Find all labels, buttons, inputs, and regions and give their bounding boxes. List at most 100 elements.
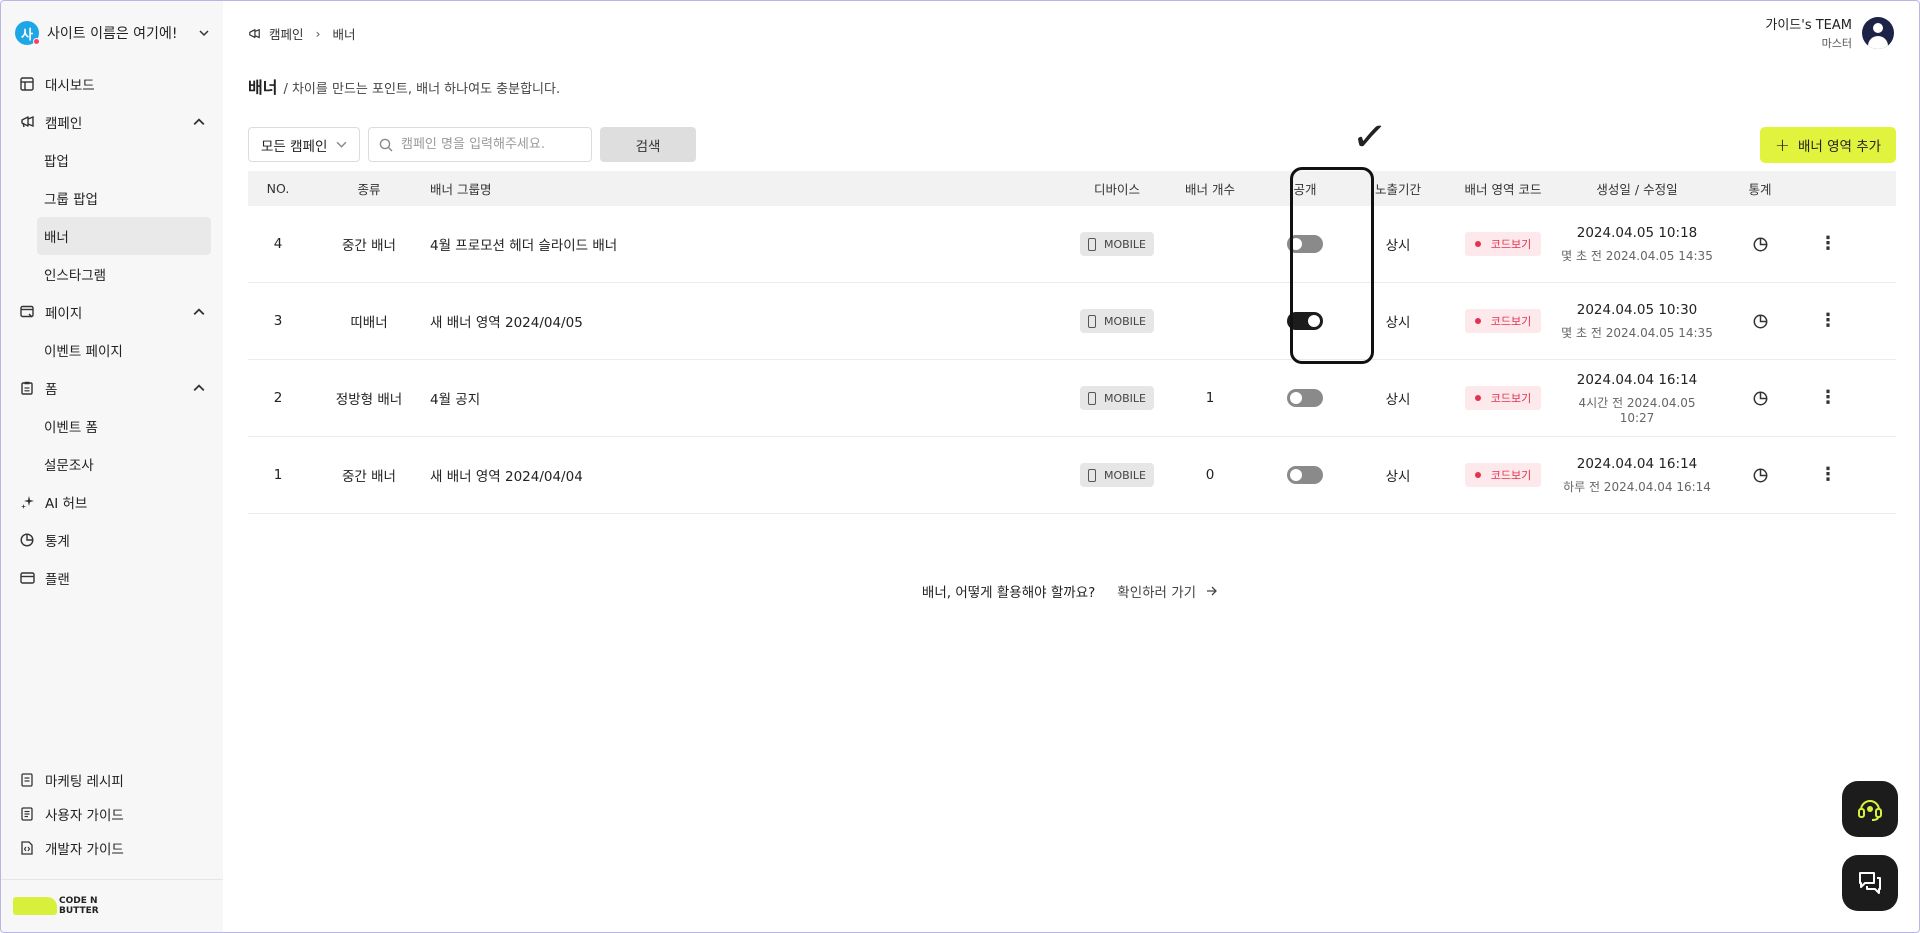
created-date: 2024.04.04 16:14 xyxy=(1576,455,1698,472)
view-code-button[interactable]: 코드보기 xyxy=(1464,386,1542,410)
chat-button[interactable] xyxy=(1842,855,1898,911)
sidebar-item-stats[interactable]: 통계 xyxy=(1,521,223,559)
campaign-select[interactable]: 모든 캠페인 xyxy=(248,127,360,162)
support-button[interactable] xyxy=(1842,781,1898,837)
sidebar-item-developer-guide[interactable]: 개발자 가이드 xyxy=(1,831,223,865)
device-label: MOBILE xyxy=(1103,237,1147,251)
public-toggle[interactable] xyxy=(1287,312,1323,330)
public-toggle[interactable] xyxy=(1287,466,1323,484)
breadcrumb-campaign[interactable]: 캠페인 xyxy=(269,24,304,43)
public-toggle[interactable] xyxy=(1287,389,1323,407)
help-link[interactable]: 확인하러 가기 xyxy=(1117,581,1218,601)
add-banner-area-button[interactable]: + 배너 영역 추가 xyxy=(1760,127,1896,163)
site-switcher[interactable]: 사 사이트 이름은 여기에! xyxy=(1,1,223,65)
help-banner: 배너, 어떻게 활용해야 할까요? 확인하러 가기 xyxy=(0,581,1920,601)
sidebar-item-label: 통계 xyxy=(45,534,70,550)
more-options-icon[interactable]: ⋮ xyxy=(1819,466,1837,484)
table-row[interactable]: 2 정방형 배너 4월 공지 MOBILE 1 상시 코드보기 2024.04.04 16:1… xyxy=(248,360,1896,437)
header-count: 배너 개수 xyxy=(1185,182,1235,197)
view-code-button[interactable]: 코드보기 xyxy=(1464,309,1542,333)
brand-logo-text: CODE N BUTTER xyxy=(59,896,99,916)
sidebar-item-form[interactable]: 폼 xyxy=(1,369,223,407)
sidebar-item-banner[interactable]: 배너 xyxy=(37,217,211,255)
breadcrumb: 캠페인 › 배너 xyxy=(248,24,356,43)
megaphone-icon xyxy=(19,114,35,130)
status-dot xyxy=(1474,318,1481,324)
chevron-up-icon[interactable] xyxy=(193,116,205,128)
sidebar-item-event-form[interactable]: 이벤트 폼 xyxy=(1,407,211,445)
public-toggle[interactable] xyxy=(1287,235,1323,253)
table-row[interactable]: 3 띠배너 새 배너 영역 2024/04/05 MOBILE 상시 코드보기 2024.0… xyxy=(248,283,1896,360)
site-avatar: 사 xyxy=(15,21,40,45)
sidebar-item-marketing-recipe[interactable]: 마케팅 레시피 xyxy=(1,763,223,797)
toggle-knob xyxy=(1308,315,1320,327)
device-label: MOBILE xyxy=(1103,314,1147,328)
phone-icon xyxy=(1087,468,1096,482)
cell-no: 2 xyxy=(273,390,283,406)
cell-name[interactable]: 4월 공지 xyxy=(430,388,1074,408)
cell-period: 상시 xyxy=(1385,238,1411,254)
cell-code: 코드보기 xyxy=(1446,309,1560,333)
brand-line-1: CODE N xyxy=(59,896,98,906)
toolbar: 모든 캠페인 검색 xyxy=(248,127,696,162)
avatar[interactable] xyxy=(1862,16,1894,49)
table-row[interactable]: 4 중간 배너 4월 프로모션 헤더 슬라이드 배너 MOBILE 상시 코드보기 2024… xyxy=(248,206,1896,283)
cell-public xyxy=(1260,466,1350,484)
cell-name[interactable]: 새 배너 영역 2024/04/04 xyxy=(430,465,1074,485)
cell-type: 정방형 배너 xyxy=(335,392,403,408)
pie-chart-icon[interactable] xyxy=(1753,237,1768,252)
more-options-icon[interactable]: ⋮ xyxy=(1819,312,1837,330)
search-button[interactable]: 검색 xyxy=(600,127,696,162)
sidebar-item-survey[interactable]: 설문조사 xyxy=(1,445,211,483)
sidebar-item-label: AI 허브 xyxy=(45,496,88,512)
cell-more: ⋮ xyxy=(1806,389,1850,407)
cell-device: MOBILE xyxy=(1074,232,1160,256)
sidebar-item-ai-hub[interactable]: AI 허브 xyxy=(1,483,223,521)
sidebar-item-group-popup[interactable]: 그룹 팝업 xyxy=(1,179,211,217)
created-date: 2024.04.05 10:18 xyxy=(1576,224,1698,241)
modified-date: 몇 초 전 2024.04.05 14:35 xyxy=(1561,325,1713,340)
sidebar-item-label: 개발자 가이드 xyxy=(45,842,124,858)
cell-public xyxy=(1260,389,1350,407)
pie-chart-icon[interactable] xyxy=(1753,468,1768,483)
site-avatar-letter: 사 xyxy=(21,27,33,43)
cell-name[interactable]: 4월 프로모션 헤더 슬라이드 배너 xyxy=(430,234,1074,254)
sidebar-item-label: 폼 xyxy=(45,382,58,398)
view-code-button[interactable]: 코드보기 xyxy=(1464,232,1542,256)
pie-chart-icon[interactable] xyxy=(1753,314,1768,329)
chevron-down-icon xyxy=(336,141,347,148)
more-options-icon[interactable]: ⋮ xyxy=(1819,389,1837,407)
pie-chart-icon xyxy=(19,532,35,548)
toggle-knob xyxy=(1290,238,1302,250)
sidebar-item-event-page[interactable]: 이벤트 페이지 xyxy=(1,331,211,369)
chevron-up-icon[interactable] xyxy=(193,382,205,394)
cell-type: 중간 배너 xyxy=(342,238,396,254)
sidebar-item-campaign[interactable]: 캠페인 xyxy=(1,103,223,141)
sidebar-item-instagram[interactable]: 인스타그램 xyxy=(1,255,211,293)
sidebar-item-dashboard[interactable]: 대시보드 xyxy=(1,65,223,103)
sidebar-item-page[interactable]: 페이지 xyxy=(1,293,223,331)
search-box xyxy=(368,127,592,162)
modified-date: 하루 전 2024.04.04 16:14 xyxy=(1563,479,1711,494)
cell-period: 상시 xyxy=(1385,392,1411,408)
table-body: 4 중간 배너 4월 프로모션 헤더 슬라이드 배너 MOBILE 상시 코드보기 2024… xyxy=(248,206,1896,514)
sidebar-item-user-guide[interactable]: 사용자 가이드 xyxy=(1,797,223,831)
header-period: 노출기간 xyxy=(1374,182,1421,197)
cell-name[interactable]: 새 배너 영역 2024/04/05 xyxy=(430,311,1074,331)
cell-date: 2024.04.05 10:18 몇 초 전 2024.04.05 14:35 xyxy=(1560,225,1714,264)
more-options-icon[interactable]: ⋮ xyxy=(1819,235,1837,253)
chevron-up-icon[interactable] xyxy=(193,306,205,318)
cell-no: 4 xyxy=(273,236,283,252)
view-code-label: 코드보기 xyxy=(1490,392,1532,405)
team-profile[interactable]: 가이드's TEAM 마스터 xyxy=(1765,14,1894,51)
cell-date: 2024.04.04 16:14 하루 전 2024.04.04 16:14 xyxy=(1560,456,1714,495)
brand-line-2: BUTTER xyxy=(59,906,99,916)
view-code-button[interactable]: 코드보기 xyxy=(1464,463,1542,487)
table-row[interactable]: 1 중간 배너 새 배너 영역 2024/04/04 MOBILE 0 상시 코드보기 202… xyxy=(248,437,1896,514)
sidebar-item-popup[interactable]: 팝업 xyxy=(1,141,211,179)
brand-logo[interactable]: CODE N BUTTER xyxy=(1,880,223,932)
search-input[interactable] xyxy=(401,137,581,152)
view-code-label: 코드보기 xyxy=(1490,315,1532,328)
device-badge: MOBILE xyxy=(1079,386,1155,410)
pie-chart-icon[interactable] xyxy=(1753,391,1768,406)
